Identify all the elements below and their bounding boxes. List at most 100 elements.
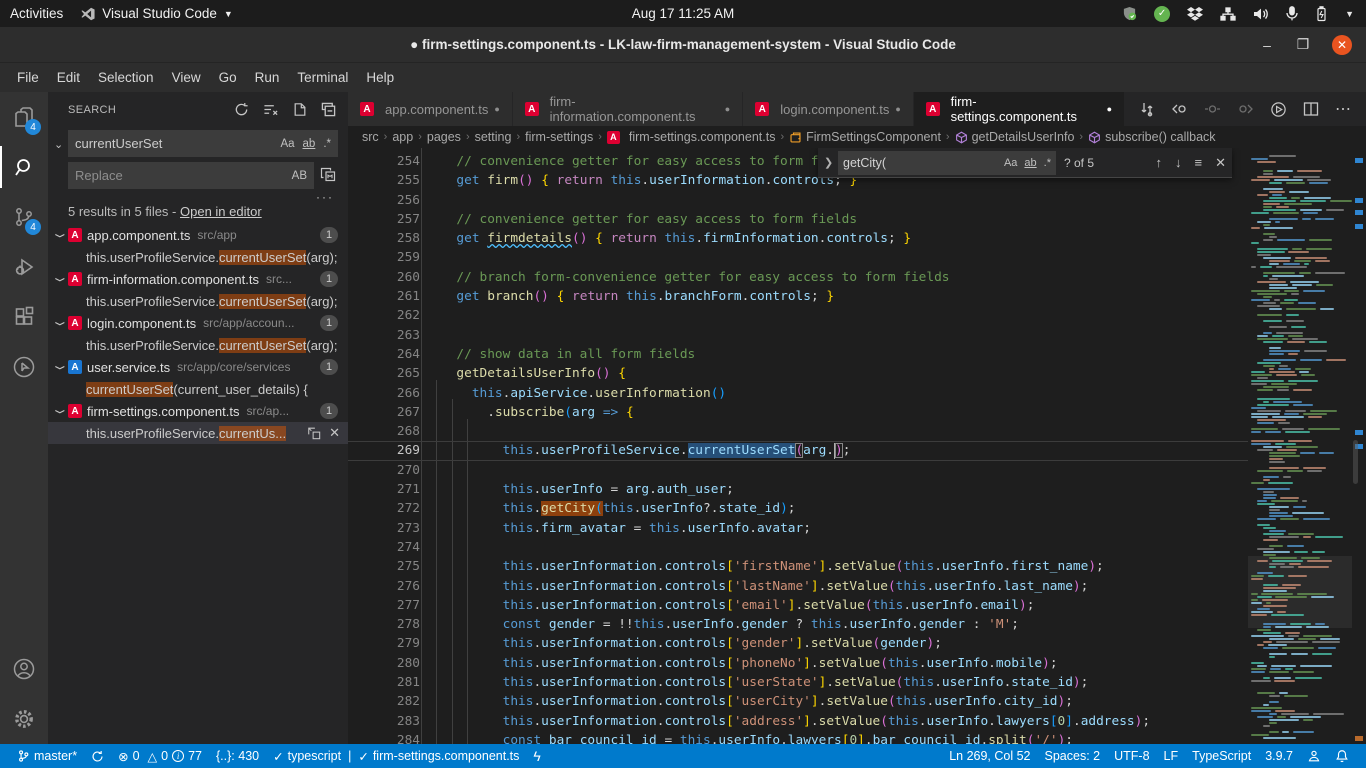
code-line[interactable]: 274 xyxy=(348,538,1248,557)
menu-run[interactable]: Run xyxy=(246,67,289,88)
run-code-icon[interactable] xyxy=(1270,101,1287,118)
find-expand-chevron-icon[interactable]: ❯ xyxy=(824,156,838,169)
tab-app-component[interactable]: A app.component.ts● xyxy=(348,92,513,126)
bracket-counter[interactable]: {..}: 430 xyxy=(209,744,266,768)
minimap[interactable] xyxy=(1248,148,1352,744)
settings-activity[interactable] xyxy=(0,694,48,744)
code-line[interactable]: 258 get firmdetails() { return this.firm… xyxy=(348,229,1248,248)
split-editor-icon[interactable] xyxy=(1303,101,1319,117)
code-line[interactable]: 278 const gender = !!this.userInfo.gende… xyxy=(348,615,1248,634)
explorer-activity[interactable]: 4 xyxy=(0,92,48,142)
menu-go[interactable]: Go xyxy=(210,67,246,88)
tab-login-component[interactable]: A login.component.ts● xyxy=(743,92,914,126)
next-match-icon[interactable]: ↓ xyxy=(1175,155,1182,170)
find-input[interactable] xyxy=(838,156,1004,170)
update-check-icon[interactable]: ✓ xyxy=(1154,6,1170,22)
previous-change-icon[interactable] xyxy=(1171,101,1188,117)
code-line[interactable]: 267 .subscribe(arg => { xyxy=(348,403,1248,422)
code-line[interactable]: 272 this.getCity(this.userInfo?.state_id… xyxy=(348,499,1248,518)
gutter-indicator-icon[interactable] xyxy=(1204,101,1221,117)
open-search-editor-icon[interactable] xyxy=(293,102,307,117)
volume-icon[interactable] xyxy=(1253,7,1269,21)
notifications-button[interactable] xyxy=(1328,744,1356,768)
code-editor[interactable]: 254 // convenience getter for easy acces… xyxy=(348,148,1366,744)
code-line[interactable]: 263 xyxy=(348,326,1248,345)
dismiss-match-icon[interactable]: ✕ xyxy=(329,425,340,441)
code-line[interactable]: 280 this.userInformation.controls['phone… xyxy=(348,654,1248,673)
feedback-button[interactable] xyxy=(1300,744,1328,768)
code-line[interactable]: 283 this.userInformation.controls['addre… xyxy=(348,712,1248,731)
file-row[interactable]: ❭ A firm-information.component.tssrc... … xyxy=(48,268,348,290)
file-row[interactable]: ❭ A login.component.tssrc/app/accoun... … xyxy=(48,312,348,334)
angular-language-service[interactable]: ϟ xyxy=(526,744,547,768)
code-line[interactable]: 271 this.userInfo = arg.auth_user; xyxy=(348,480,1248,499)
close-button[interactable]: ✕ xyxy=(1332,35,1352,55)
code-line[interactable]: 282 this.userInformation.controls['userC… xyxy=(348,692,1248,711)
clear-results-icon[interactable] xyxy=(263,102,279,117)
breadcrumb-item[interactable]: firm-settings xyxy=(525,130,593,144)
network-icon[interactable] xyxy=(1220,7,1236,21)
modified-dot-icon[interactable]: ● xyxy=(494,104,499,114)
previous-match-icon[interactable]: ↑ xyxy=(1156,155,1163,170)
more-actions-icon[interactable]: ⋯ xyxy=(1335,99,1352,119)
branch-indicator[interactable]: master* xyxy=(10,744,84,768)
typescript-version[interactable]: 3.9.7 xyxy=(1258,744,1300,768)
breadcrumb-item[interactable]: FirmSettingsComponent xyxy=(806,130,941,144)
search-activity[interactable] xyxy=(0,142,48,192)
search-input[interactable] xyxy=(69,136,280,151)
preserve-case-icon[interactable]: AB xyxy=(292,170,307,182)
code-line[interactable]: 264 // show data in all form fields xyxy=(348,345,1248,364)
whole-word-icon[interactable]: ab xyxy=(303,138,316,150)
tab-firm-settings-component[interactable]: A firm-settings.component.ts● xyxy=(914,92,1125,126)
next-change-icon[interactable] xyxy=(1237,101,1254,117)
tab-firm-information-component[interactable]: A firm-information.component.ts● xyxy=(513,92,743,126)
code-line[interactable]: 261 get branch() { return this.branchFor… xyxy=(348,287,1248,306)
breadcrumb-item[interactable]: subscribe() callback xyxy=(1105,130,1215,144)
code-line[interactable]: 270 xyxy=(348,461,1248,480)
replace-match-icon[interactable] xyxy=(307,425,321,441)
refresh-icon[interactable] xyxy=(234,102,249,117)
sync-button[interactable] xyxy=(84,744,111,768)
close-find-icon[interactable]: ✕ xyxy=(1215,155,1226,171)
code-line[interactable]: 273 this.firm_avatar = this.userInfo.ava… xyxy=(348,519,1248,538)
code-line[interactable]: 284 const bar_council_id = this.userInfo… xyxy=(348,731,1248,744)
match-row[interactable]: this.userProfileService.currentUserSet(a… xyxy=(48,246,348,268)
encoding[interactable]: UTF-8 xyxy=(1107,744,1156,768)
breadcrumb-item[interactable]: getDetailsUserInfo xyxy=(972,130,1075,144)
file-row[interactable]: ❭ A firm-settings.component.tssrc/ap... … xyxy=(48,400,348,422)
source-control-activity[interactable]: 4 xyxy=(0,192,48,242)
menu-terminal[interactable]: Terminal xyxy=(288,67,357,88)
match-row[interactable]: this.userProfileService.currentUserSet(a… xyxy=(48,334,348,356)
match-row[interactable]: currentUserSet(current_user_details) { xyxy=(48,378,348,400)
code-line[interactable]: 269 this.userProfileService.currentUserS… xyxy=(348,441,1248,460)
modified-dot-icon[interactable]: ● xyxy=(895,104,900,114)
code-line[interactable]: 265 getDetailsUserInfo() { xyxy=(348,364,1248,383)
code-line[interactable]: 277 this.userInformation.controls['email… xyxy=(348,596,1248,615)
code-line[interactable]: 276 this.userInformation.controls['lastN… xyxy=(348,577,1248,596)
menu-file[interactable]: File xyxy=(8,67,48,88)
menu-view[interactable]: View xyxy=(163,67,210,88)
indentation[interactable]: Spaces: 2 xyxy=(1038,744,1108,768)
file-row[interactable]: ❭ A app.component.tssrc/app 1 xyxy=(48,224,348,246)
eol-sequence[interactable]: LF xyxy=(1157,744,1186,768)
file-row[interactable]: ❭ A user.service.tssrc/app/core/services… xyxy=(48,356,348,378)
modified-dot-icon[interactable]: ● xyxy=(725,104,730,114)
regex-icon[interactable]: .* xyxy=(323,138,331,150)
code-line[interactable]: 256 xyxy=(348,191,1248,210)
whole-word-icon[interactable]: ab xyxy=(1024,157,1036,169)
code-line[interactable]: 275 this.userInformation.controls['first… xyxy=(348,557,1248,576)
activities-button[interactable]: Activities xyxy=(10,6,63,21)
match-row[interactable]: this.userProfileService.currentUserSet(a… xyxy=(48,290,348,312)
breadcrumb-item[interactable]: pages xyxy=(427,130,461,144)
menu-help[interactable]: Help xyxy=(357,67,403,88)
restore-button[interactable]: ❐ xyxy=(1296,36,1310,53)
extension-circle-activity[interactable] xyxy=(0,342,48,392)
microphone-icon[interactable] xyxy=(1286,6,1298,21)
window-title-bar[interactable]: ● firm-settings.component.ts - LK-law-fi… xyxy=(0,27,1366,63)
shield-check-icon[interactable] xyxy=(1122,6,1137,21)
code-line[interactable]: 257 // convenience getter for easy acces… xyxy=(348,210,1248,229)
toggle-replace-chevron-icon[interactable]: ⌄ xyxy=(54,138,63,151)
open-changes-icon[interactable] xyxy=(1139,101,1155,117)
match-case-icon[interactable]: Aa xyxy=(1004,157,1017,169)
problems-indicator[interactable]: ⊗0 △0 i77 xyxy=(111,744,209,768)
